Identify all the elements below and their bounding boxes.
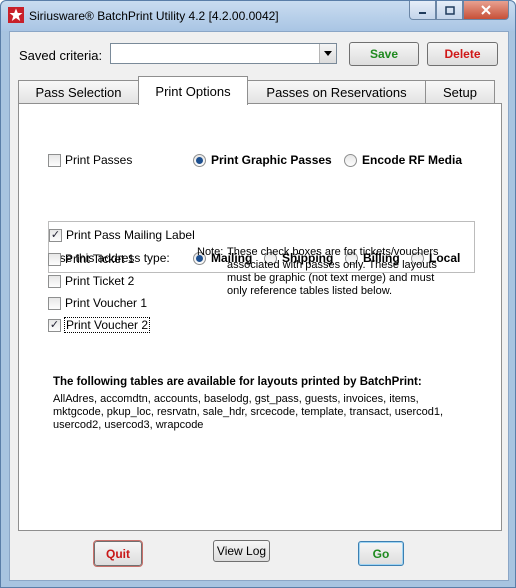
go-button[interactable]: Go [358,541,404,566]
print-voucher-1-label: Print Voucher 1 [65,296,148,310]
checkbox-box [48,252,61,266]
print-options-panel: Print Passes Print Graphic Passes Encode… [18,103,502,531]
radio-unselected [344,153,357,167]
encode-rf-media-label: Encode RF Media [362,153,463,167]
print-ticket-2-checkbox[interactable]: Print Ticket 2 [48,274,134,288]
tab-setup[interactable]: Setup [425,80,495,104]
print-passes-label: Print Passes [65,153,133,167]
quit-button[interactable]: Quit [93,540,143,567]
tab-passes-on-reservations[interactable]: Passes on Reservations [247,80,426,104]
close-window-button[interactable] [463,1,509,20]
print-mailing-label-checkbox[interactable]: ✓ Print Pass Mailing Label [49,228,195,242]
tab-pass-selection[interactable]: Pass Selection [18,80,139,104]
minimize-button[interactable] [409,1,436,20]
save-button[interactable]: Save [349,42,419,66]
maximize-icon [444,5,455,15]
print-graphic-passes-label: Print Graphic Passes [211,153,332,167]
print-voucher-2-checkbox[interactable]: ✓ Print Voucher 2 [48,317,151,333]
delete-button[interactable]: Delete [427,42,498,66]
checkbox-box [48,274,61,288]
checkbox-box [48,153,61,167]
print-voucher-2-label: Print Voucher 2 [63,317,151,333]
title-bar[interactable]: Siriusware® BatchPrint Utility 4.2 [4.2.… [1,1,515,31]
radio-selected [193,153,206,167]
minimize-icon [419,11,426,14]
chevron-down-icon [324,51,332,56]
print-voucher-1-checkbox[interactable]: Print Voucher 1 [48,296,147,310]
print-mailing-label-text: Print Pass Mailing Label [66,228,195,242]
print-passes-checkbox[interactable]: Print Passes [48,153,132,167]
close-icon [481,5,491,15]
view-log-button[interactable]: View Log [213,540,270,562]
window-title: Siriusware® BatchPrint Utility 4.2 [4.2.… [29,9,279,23]
note-label: Note: [197,246,224,258]
checkbox-box [48,296,61,310]
tables-heading: The following tables are available for l… [53,376,422,388]
note-text: These check boxes are for tickets/vouche… [227,246,439,297]
print-graphic-passes-radio[interactable]: Print Graphic Passes [193,153,332,167]
tab-print-options[interactable]: Print Options [138,76,248,105]
print-ticket-1-checkbox[interactable]: Print Ticket 1 [48,252,134,266]
checkbox-box-checked: ✓ [48,318,61,332]
dropdown-arrow-button[interactable] [319,44,336,63]
print-ticket-2-label: Print Ticket 2 [65,274,135,288]
tables-list: AllAdres, accomdtn, accounts, baselodg, … [53,393,444,431]
saved-criteria-dropdown[interactable] [110,43,337,64]
print-ticket-1-label: Print Ticket 1 [65,252,135,266]
saved-criteria-label: Saved criteria: [19,48,103,63]
checkbox-box-checked: ✓ [49,228,62,242]
siriusware-star-icon [8,7,24,23]
maximize-button[interactable] [436,1,463,20]
main-panel: Saved criteria: Save Delete Pass Selecti… [9,31,509,581]
app-window: Siriusware® BatchPrint Utility 4.2 [4.2.… [0,0,516,588]
tab-bar: Pass Selection Print Options Passes on R… [18,76,502,105]
encode-rf-media-radio[interactable]: Encode RF Media [344,153,462,167]
